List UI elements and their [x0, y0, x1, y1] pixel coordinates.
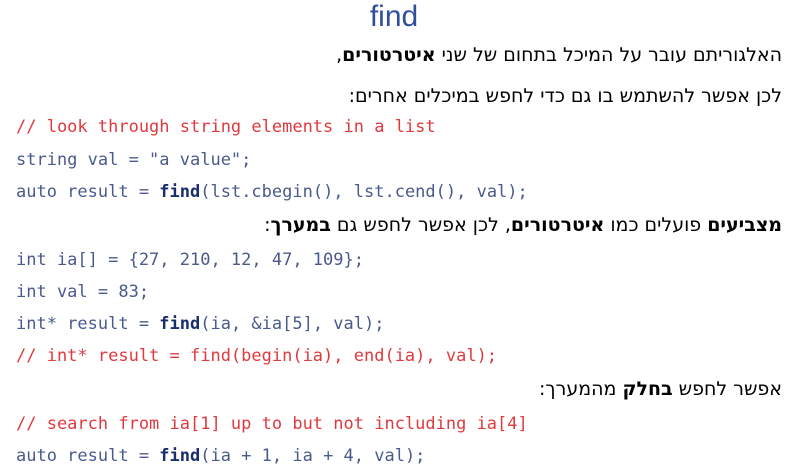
bold-segment: במערך: [270, 214, 331, 236]
text-segment: int* result =: [16, 314, 160, 334]
code-line-6: auto result = find(ia + 1, ia + 4, val);: [16, 443, 425, 469]
code-line-4: int val = 83;: [16, 279, 149, 305]
text-segment: (lst.cbegin(), lst.cend(), val);: [200, 182, 528, 202]
text-line-2: לכן אפשר להשתמש בו גם כדי לחפש במיכלים א…: [2, 83, 782, 109]
bold-segment: find: [159, 446, 201, 466]
bold-segment: מצביעים: [707, 214, 782, 236]
text-segment: האלגוריתם עובר על המיכל בתחום של שני: [435, 44, 782, 66]
text-segment: auto result =: [16, 446, 160, 466]
code-comment-1: // look through string elements in a lis…: [16, 114, 436, 140]
text-segment: (ia, &ia[5], val);: [200, 314, 385, 334]
bold-segment: איטרטורים: [510, 214, 605, 236]
code-line-2: auto result = find(lst.cbegin(), lst.cen…: [16, 179, 528, 205]
text-segment: // look through string elements in a lis…: [16, 117, 436, 137]
text-segment: לכן אפשר להשתמש בו גם כדי לחפש במיכלים א…: [348, 85, 782, 107]
code-comment-3: // search from ia[1] up to but not inclu…: [16, 411, 528, 437]
code-comment-2: // int* result = find(begin(ia), end(ia)…: [16, 343, 497, 369]
bold-segment: find: [159, 314, 201, 334]
bold-segment: בחלק: [622, 378, 673, 400]
text-segment: מהמערך:: [538, 378, 623, 400]
text-segment: פועלים כמו: [604, 214, 708, 236]
text-line-4: אפשר לחפש בחלק מהמערך:: [2, 376, 782, 402]
text-segment: , לכן אפשר לחפש גם: [330, 214, 511, 236]
text-line-3: מצביעים פועלים כמו איטרטורים, לכן אפשר ל…: [2, 212, 782, 238]
text-segment: auto result =: [16, 182, 160, 202]
code-line-3: int ia[] = {27, 210, 12, 47, 109};: [16, 247, 364, 273]
text-line-1: האלגוריתם עובר על המיכל בתחום של שני איט…: [2, 42, 782, 68]
text-segment: int val = 83;: [16, 282, 150, 302]
text-segment: אפשר לחפש: [672, 378, 782, 400]
text-segment: (ia + 1, ia + 4, val);: [200, 446, 426, 466]
text-segment: // int* result = find(begin(ia), end(ia)…: [16, 346, 498, 366]
code-line-5: int* result = find(ia, &ia[5], val);: [16, 311, 384, 337]
text-segment: int ia[] = {27, 210, 12, 47, 109};: [16, 250, 364, 270]
slide-title: find: [369, 0, 419, 33]
bold-segment: find: [159, 182, 201, 202]
text-segment: string val = "a value";: [16, 150, 252, 170]
bold-segment: איטרטורים: [342, 44, 436, 66]
text-segment: // search from ia[1] up to but not inclu…: [16, 414, 528, 434]
code-line-1: string val = "a value";: [16, 147, 251, 173]
